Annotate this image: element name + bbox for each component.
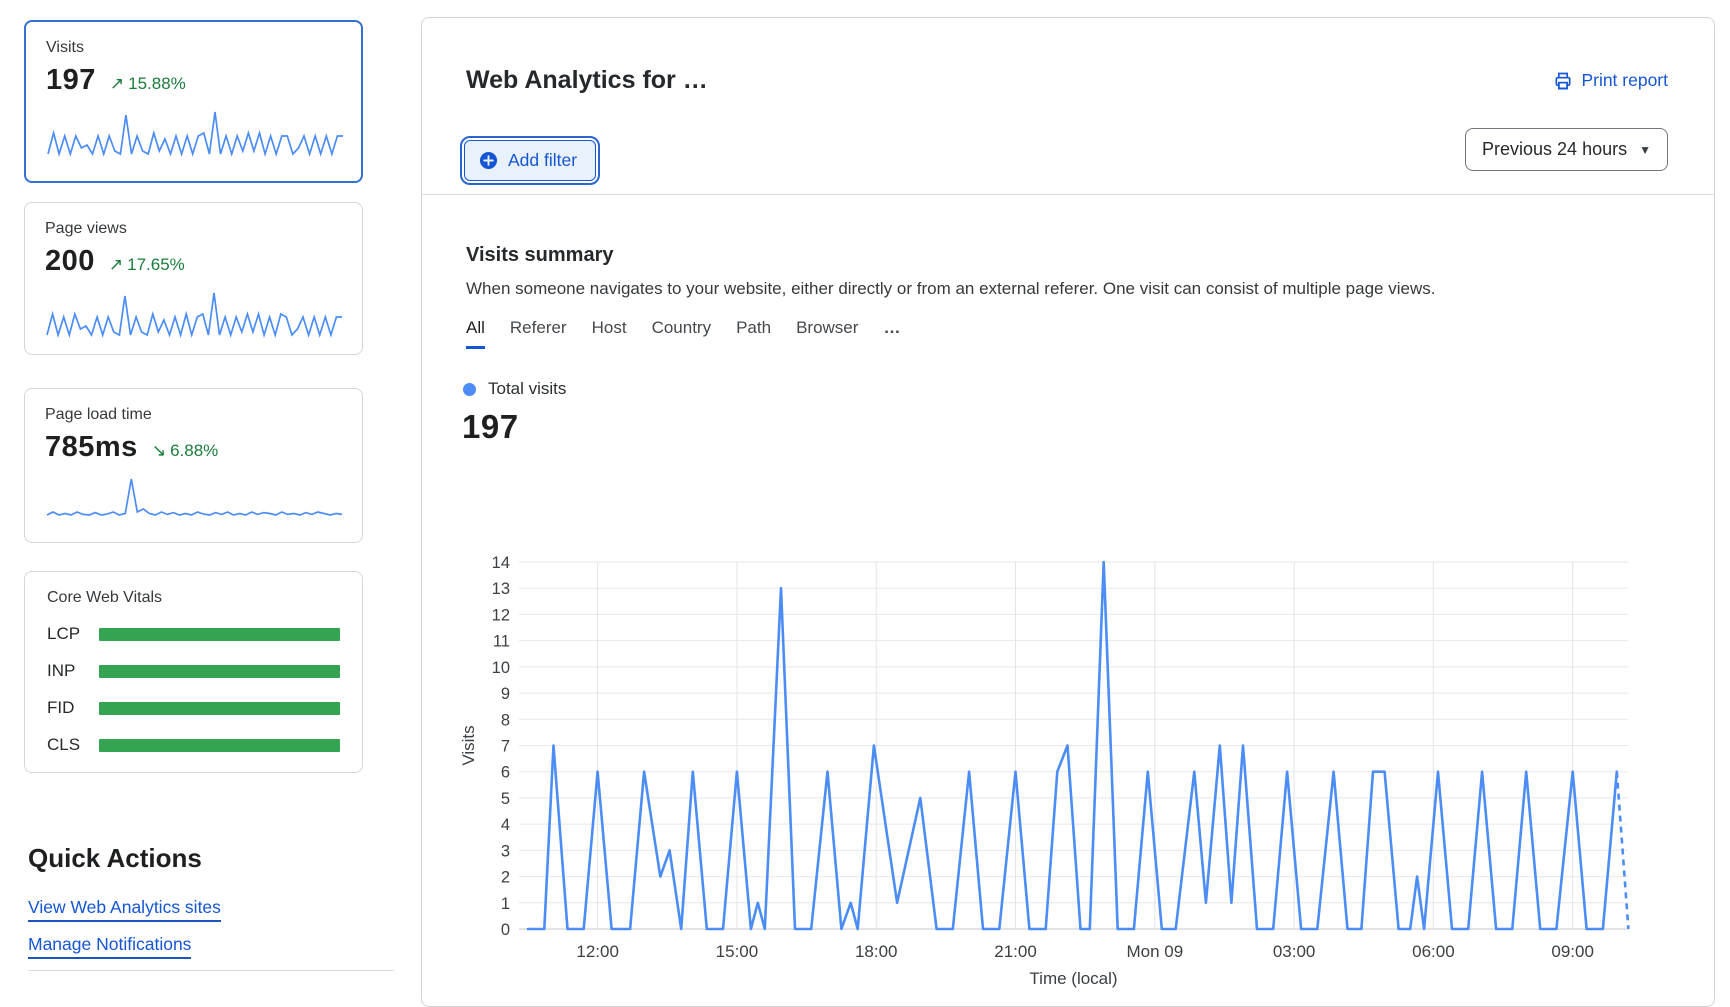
metric-label: Page views [45,220,342,238]
svg-text:03:00: 03:00 [1273,942,1316,961]
manage-notifications-link[interactable]: Manage Notifications [28,934,191,959]
cwv-status-bar [99,702,340,715]
add-filter-label: Add filter [508,150,577,171]
svg-text:2: 2 [501,869,510,887]
core-web-vitals-card[interactable]: Core Web Vitals LCP INP FID CLS [24,571,363,773]
panel-header-divider [422,194,1714,195]
tab-referer[interactable]: Referer [510,318,567,349]
legend-label: Total visits [488,379,566,399]
metric-card-page-load-time[interactable]: Page load time 785ms ↘6.88% [24,388,363,543]
svg-text:18:00: 18:00 [855,942,898,961]
svg-text:12:00: 12:00 [576,942,619,961]
svg-text:9: 9 [501,685,510,703]
total-visits-value: 197 [462,408,519,446]
print-report-button[interactable]: Print report [1553,70,1668,91]
cwv-metric-label: CLS [47,735,99,755]
svg-text:0: 0 [501,921,510,939]
tab-more[interactable]: … [883,318,902,349]
add-filter-button[interactable]: Add filter [464,140,596,181]
svg-text:12: 12 [492,606,510,624]
view-web-analytics-sites-link[interactable]: View Web Analytics sites [28,897,221,922]
tab-country[interactable]: Country [652,318,712,349]
svg-text:5: 5 [501,790,510,808]
metric-delta: ↗17.65% [109,255,185,275]
svg-text:Time (local): Time (local) [1029,969,1117,988]
metric-card-visits[interactable]: Visits 197 ↗15.88% [24,20,363,183]
quick-actions-title: Quick Actions [28,843,202,874]
web-analytics-panel: Web Analytics for … Print report Add fil… [421,17,1715,1007]
summary-tabs: All Referer Host Country Path Browser … [466,318,902,349]
core-web-vitals-title: Core Web Vitals [47,589,340,607]
svg-text:Mon 09: Mon 09 [1126,942,1183,961]
visits-line-chart[interactable]: 0123456789101112131412:0015:0018:0021:00… [422,471,1714,991]
trend-down-icon: ↘ [152,441,166,460]
svg-text:1: 1 [501,895,510,913]
visits-summary-description: When someone navigates to your website, … [466,279,1566,299]
trend-up-icon: ↗ [109,255,123,274]
svg-text:13: 13 [492,580,510,598]
metric-value: 197 [46,64,96,97]
metric-value: 200 [45,245,95,278]
cwv-row-lcp: LCP [47,624,340,644]
tab-host[interactable]: Host [592,318,627,349]
page-load-sparkline [45,474,344,524]
svg-text:21:00: 21:00 [994,942,1037,961]
svg-text:06:00: 06:00 [1412,942,1455,961]
svg-text:15:00: 15:00 [716,942,759,961]
svg-text:10: 10 [492,659,510,677]
svg-text:4: 4 [501,816,510,834]
time-range-value: Previous 24 hours [1482,139,1627,160]
cwv-row-cls: CLS [47,735,340,755]
trend-up-icon: ↗ [110,74,124,93]
visits-summary-title: Visits summary [466,244,614,267]
cwv-status-bar [99,628,340,641]
svg-text:11: 11 [493,633,510,651]
printer-icon [1553,71,1573,91]
cwv-row-inp: INP [47,661,340,681]
cwv-metric-label: LCP [47,624,99,644]
svg-text:6: 6 [501,764,510,782]
visits-sparkline [46,107,345,157]
metric-label: Visits [46,39,341,57]
cwv-status-bar [99,739,340,752]
page-title: Web Analytics for … [466,66,708,95]
chart-legend: Total visits [463,379,566,399]
svg-text:14: 14 [492,554,510,572]
cwv-metric-label: INP [47,661,99,681]
metric-delta: ↘6.88% [152,441,218,461]
print-report-label: Print report [1581,70,1668,91]
svg-text:8: 8 [501,711,510,729]
metric-value: 785ms [45,431,138,464]
metric-delta: ↗15.88% [110,74,186,94]
time-range-dropdown[interactable]: Previous 24 hours ▼ [1465,128,1668,171]
metric-card-page-views[interactable]: Page views 200 ↗17.65% [24,202,363,355]
plus-circle-icon [479,151,498,170]
cwv-row-fid: FID [47,698,340,718]
svg-text:Visits: Visits [459,725,478,765]
chevron-down-icon: ▼ [1639,143,1651,157]
svg-text:7: 7 [501,738,510,756]
tab-browser[interactable]: Browser [796,318,858,349]
cwv-metric-label: FID [47,698,99,718]
cwv-status-bar [99,665,340,678]
svg-text:09:00: 09:00 [1551,942,1594,961]
legend-dot-icon [463,383,476,396]
left-column-divider [28,970,394,971]
tab-path[interactable]: Path [736,318,771,349]
tab-all[interactable]: All [466,318,485,349]
page-views-sparkline [45,288,344,338]
svg-text:3: 3 [501,842,510,860]
metric-label: Page load time [45,406,342,424]
